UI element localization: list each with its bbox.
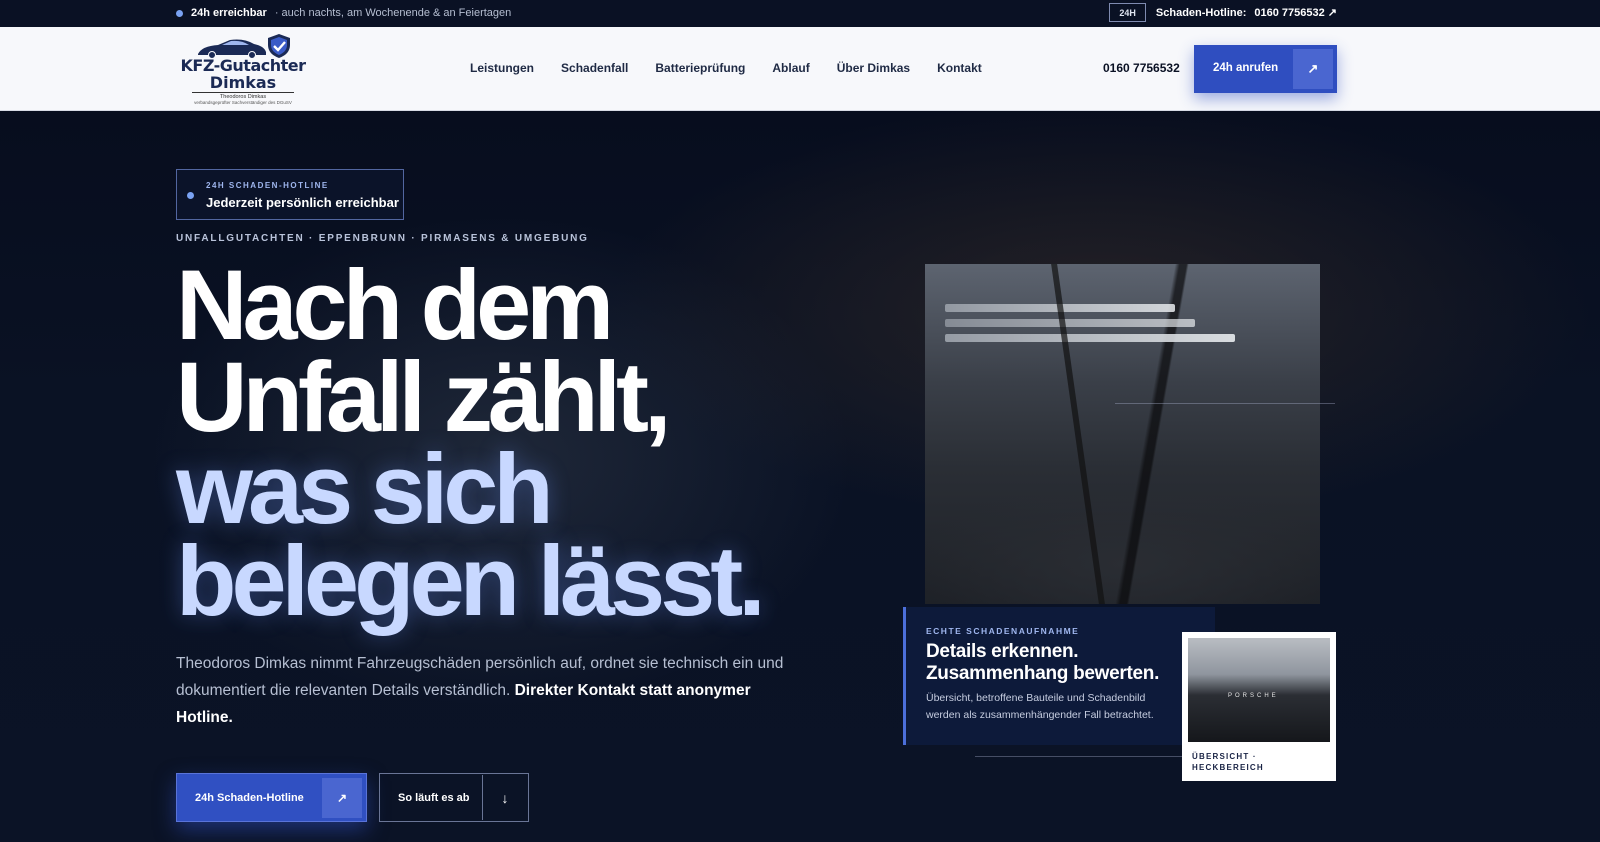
divider-line xyxy=(1115,403,1335,404)
nav-menu: Leistungen Schadenfall Batterieprüfung A… xyxy=(470,61,1009,75)
divider-line xyxy=(975,756,1215,757)
nav-item-kontakt[interactable]: Kontakt xyxy=(937,61,982,75)
hero-section: 24H SCHADEN-HOTLINE Jederzeit persönlich… xyxy=(0,111,1600,842)
headline-line-4: belegen lässt. xyxy=(176,525,766,636)
arrow-down-icon: ↓ xyxy=(482,775,527,820)
porsche-lettering: PORSCHE xyxy=(1228,693,1279,699)
call-24h-button[interactable]: 24h anrufen ↗ xyxy=(1194,45,1337,93)
logo-title: KFZ-Gutachter xyxy=(180,56,306,75)
headline-line-1: Nach dem xyxy=(176,249,614,360)
hotline-tag-text: Jederzeit persönlich erreichbar xyxy=(206,195,399,210)
availability-label: 24h erreichbar xyxy=(191,7,267,19)
hotline-label: Schaden-Hotline: xyxy=(1155,6,1247,19)
caption-title: Details erkennen. Zusammenhang bewerten. xyxy=(926,641,1159,685)
hotline-tag-kicker: 24H SCHADEN-HOTLINE xyxy=(206,181,329,190)
hotline-phone-link[interactable]: 0160 7756532 ↗ xyxy=(1254,6,1337,19)
logo-subtitle-2: verbandsgeprüfter Sachverständiger des D… xyxy=(194,100,292,105)
arrow-up-right-icon: ↗ xyxy=(1293,49,1333,89)
logo-name: Dimkas xyxy=(209,73,277,92)
panel-gap xyxy=(1051,264,1105,604)
nav-item-leistungen[interactable]: Leistungen xyxy=(470,61,534,75)
headline-line-3: was sich xyxy=(176,433,554,544)
headline-line-2: Unfall zählt, xyxy=(176,341,672,452)
thumbnail-caption-line-2: HECKBEREICH xyxy=(1192,763,1264,772)
thumbnail-caption-line-1: ÜBERSICHT · xyxy=(1192,752,1257,761)
hotline-button-label: 24h Schaden-Hotline xyxy=(195,792,304,804)
hero-kicker: UNFALLGUTACHTEN · EPPENBRUNN · PIRMASENS… xyxy=(176,233,589,244)
process-button[interactable]: So läuft es ab ↓ xyxy=(379,773,529,822)
call-button-label: 24h anrufen xyxy=(1213,62,1279,74)
top-info-bar: 24h erreichbar · auch nachts, am Wochene… xyxy=(0,0,1600,27)
rear-photo: PORSCHE xyxy=(1188,638,1330,742)
nav-item-schadenfall[interactable]: Schadenfall xyxy=(561,61,628,75)
status-dot-icon xyxy=(187,192,194,199)
photo-caption-card: ECHTE SCHADENAUFNAHME Details erkennen. … xyxy=(903,607,1215,745)
nav-phone-link[interactable]: 0160 7756532 xyxy=(1103,61,1180,75)
availability-note: · auch nachts, am Wochenende & an Feiert… xyxy=(274,7,512,19)
headlight-strip xyxy=(945,319,1195,327)
caption-title-line-2: Zusammenhang bewerten. xyxy=(926,663,1160,684)
hotline-tag: 24H SCHADEN-HOTLINE Jederzeit persönlich… xyxy=(176,169,404,220)
24h-badge: 24H xyxy=(1109,3,1146,22)
headlight-strip xyxy=(945,334,1235,342)
thumbnail-caption: ÜBERSICHT · HECKBEREICH xyxy=(1192,751,1264,773)
hero-lead: Theodoros Dimkas nimmt Fahrzeugschäden p… xyxy=(176,650,786,731)
caption-title-line-1: Details erkennen. xyxy=(926,641,1079,662)
logo-subtitle: Theodoros Dimkas xyxy=(192,92,294,100)
nav-item-ueber-dimkas[interactable]: Über Dimkas xyxy=(837,61,910,75)
hotline-info: 24H Schaden-Hotline: 0160 7756532 ↗ xyxy=(1109,3,1337,22)
arrow-up-right-icon: ↗ xyxy=(322,778,362,818)
logo[interactable]: KFZ-Gutachter Dimkas Theodoros Dimkas ve… xyxy=(178,33,308,105)
caption-kicker: ECHTE SCHADENAUFNAHME xyxy=(926,626,1080,636)
hotline-button[interactable]: 24h Schaden-Hotline ↗ xyxy=(176,773,367,822)
nav-item-batteriepruefung[interactable]: Batterieprüfung xyxy=(655,61,745,75)
rear-photo-thumbnail: PORSCHE ÜBERSICHT · HECKBEREICH xyxy=(1182,632,1336,781)
process-button-label: So läuft es ab xyxy=(398,792,470,804)
nav-item-ablauf[interactable]: Ablauf xyxy=(772,61,809,75)
status-dot-icon xyxy=(176,9,183,17)
damage-photo xyxy=(925,264,1320,604)
hero-headline: Nach dem Unfall zählt, was sich belegen … xyxy=(176,249,766,636)
caption-text: Übersicht, betroffene Bauteile und Schad… xyxy=(926,692,1154,721)
main-navigation: KFZ-Gutachter Dimkas Theodoros Dimkas ve… xyxy=(0,27,1600,111)
availability-info: 24h erreichbar · auch nachts, am Wochene… xyxy=(176,7,511,19)
